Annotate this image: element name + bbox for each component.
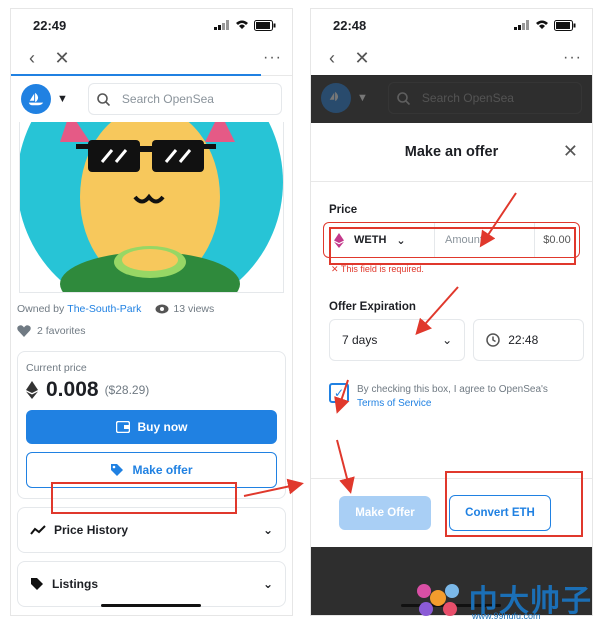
favorites-text: 2 favorites <box>37 325 86 337</box>
make-offer-label: Make offer <box>132 463 193 477</box>
price-row: 0.008 ($28.29) <box>26 378 277 402</box>
status-time: 22:49 <box>33 17 67 33</box>
listings-label: Listings <box>52 577 99 591</box>
watermark: 巾大帅子 www.99hufu.com <box>412 575 592 621</box>
favorites-line[interactable]: 2 favorites <box>11 315 292 337</box>
eth-icon <box>26 381 38 399</box>
status-time: 22:48 <box>333 17 367 33</box>
app-header-dimmed: ▼ Search OpenSea <box>311 75 592 121</box>
terms-of-service-link[interactable]: Terms of Service <box>357 398 431 409</box>
owner-line: Owned by The-South-Park 13 views <box>11 293 292 315</box>
back-icon[interactable]: ‹ <box>21 47 43 69</box>
nft-image[interactable] <box>19 122 284 293</box>
chevron-down-icon: ▼ <box>357 92 368 104</box>
home-indicator <box>101 604 201 607</box>
chevron-down-icon[interactable]: ▼ <box>57 93 68 105</box>
battery-icon <box>254 19 276 31</box>
price-history-label: Price History <box>54 523 129 537</box>
expiration-label: Offer Expiration <box>329 301 416 313</box>
opensea-logo-icon <box>321 83 351 113</box>
current-price-label: Current price <box>26 362 87 374</box>
heart-icon[interactable] <box>17 325 31 337</box>
status-bar: 22:48 <box>311 9 592 41</box>
app-header: ▼ Search OpenSea <box>11 76 292 122</box>
chart-line-icon <box>30 525 46 535</box>
modal-title: Make an offer <box>404 144 499 160</box>
wifi-icon <box>536 20 548 29</box>
price-usd: ($28.29) <box>104 383 150 397</box>
terms-agreement-row: ✓ By checking this box, I agree to OpenS… <box>329 383 576 411</box>
status-icons <box>514 19 576 31</box>
time-value: 22:48 <box>508 333 539 347</box>
signal-icon <box>214 20 229 30</box>
back-icon[interactable]: ‹ <box>321 47 343 69</box>
right-phone-screen: 22:48 ‹ ✕ ··· ▼ Search OpenSea Make an o… <box>310 8 593 616</box>
buy-now-button[interactable]: Buy now <box>26 410 277 444</box>
status-icons <box>214 19 276 31</box>
page-load-progress <box>11 74 261 76</box>
opensea-logo-icon[interactable] <box>21 84 51 114</box>
status-bar: 22:49 <box>11 9 292 41</box>
make-offer-submit-button[interactable]: Make Offer <box>339 496 431 530</box>
modal-backdrop-top[interactable]: ▼ Search OpenSea <box>311 75 592 123</box>
signal-icon <box>514 20 529 30</box>
expiration-time-input[interactable]: 22:48 <box>473 319 584 361</box>
more-icon[interactable]: ··· <box>563 49 582 67</box>
annotation-highlight-price <box>329 227 576 265</box>
terms-checkbox[interactable]: ✓ <box>329 383 349 403</box>
close-icon[interactable]: ✕ <box>563 141 578 162</box>
clock-icon <box>486 333 500 347</box>
browser-nav-bar: ‹ ✕ ··· <box>11 41 292 76</box>
close-icon[interactable]: ✕ <box>51 47 73 69</box>
wallet-icon <box>115 421 130 433</box>
price-label: Price <box>329 204 358 216</box>
price-eth: 0.008 <box>46 378 99 401</box>
search-placeholder: Search OpenSea <box>121 92 214 106</box>
chevron-down-icon[interactable]: ⌄ <box>263 577 273 591</box>
views-count: 13 views <box>155 303 214 315</box>
left-phone-screen: 22:49 ‹ ✕ ··· ▼ Search OpenSea Owned by … <box>10 8 293 616</box>
search-placeholder: Search OpenSea <box>421 91 514 105</box>
owner-link[interactable]: The-South-Park <box>67 303 141 315</box>
buy-now-label: Buy now <box>137 420 188 434</box>
close-icon[interactable]: ✕ <box>351 47 373 69</box>
annotation-highlight-make-offer <box>51 482 237 514</box>
chevron-down-icon: ⌄ <box>442 333 453 347</box>
wifi-icon <box>236 20 248 29</box>
annotation-highlight-convert <box>445 471 583 537</box>
listings-accordion[interactable]: Listings ⌄ <box>17 561 286 607</box>
search-icon <box>397 91 410 105</box>
owned-by-label: Owned by <box>17 303 65 315</box>
agree-sentence: By checking this box, I agree to OpenSea… <box>357 384 548 395</box>
expiration-select[interactable]: 7 days ⌄ <box>329 319 466 361</box>
views-text: 13 views <box>173 303 215 315</box>
search-input: Search OpenSea <box>387 82 582 114</box>
price-box: Current price 0.008 ($28.29) Buy now Mak… <box>17 351 286 499</box>
expiration-row: 7 days ⌄ 22:48 <box>329 319 584 361</box>
flower-logo-icon <box>417 584 459 616</box>
chevron-down-icon[interactable]: ⌄ <box>263 523 273 537</box>
watermark-url: www.99hufu.com <box>472 611 541 621</box>
nft-character-art <box>20 122 283 292</box>
list-icon <box>31 578 43 590</box>
more-icon[interactable]: ··· <box>263 49 282 67</box>
search-input[interactable]: Search OpenSea <box>87 83 282 115</box>
eye-icon <box>155 304 169 314</box>
modal-header: Make an offer ✕ <box>311 123 592 182</box>
expiration-value: 7 days <box>342 333 378 347</box>
browser-nav-bar: ‹ ✕ ··· <box>311 41 592 76</box>
search-icon <box>97 92 110 106</box>
agree-text: By checking this box, I agree to OpenSea… <box>357 383 548 411</box>
tag-icon <box>111 464 124 476</box>
check-icon: ✓ <box>333 386 345 400</box>
price-error-text: This field is required. <box>340 264 424 274</box>
battery-icon <box>554 19 576 31</box>
